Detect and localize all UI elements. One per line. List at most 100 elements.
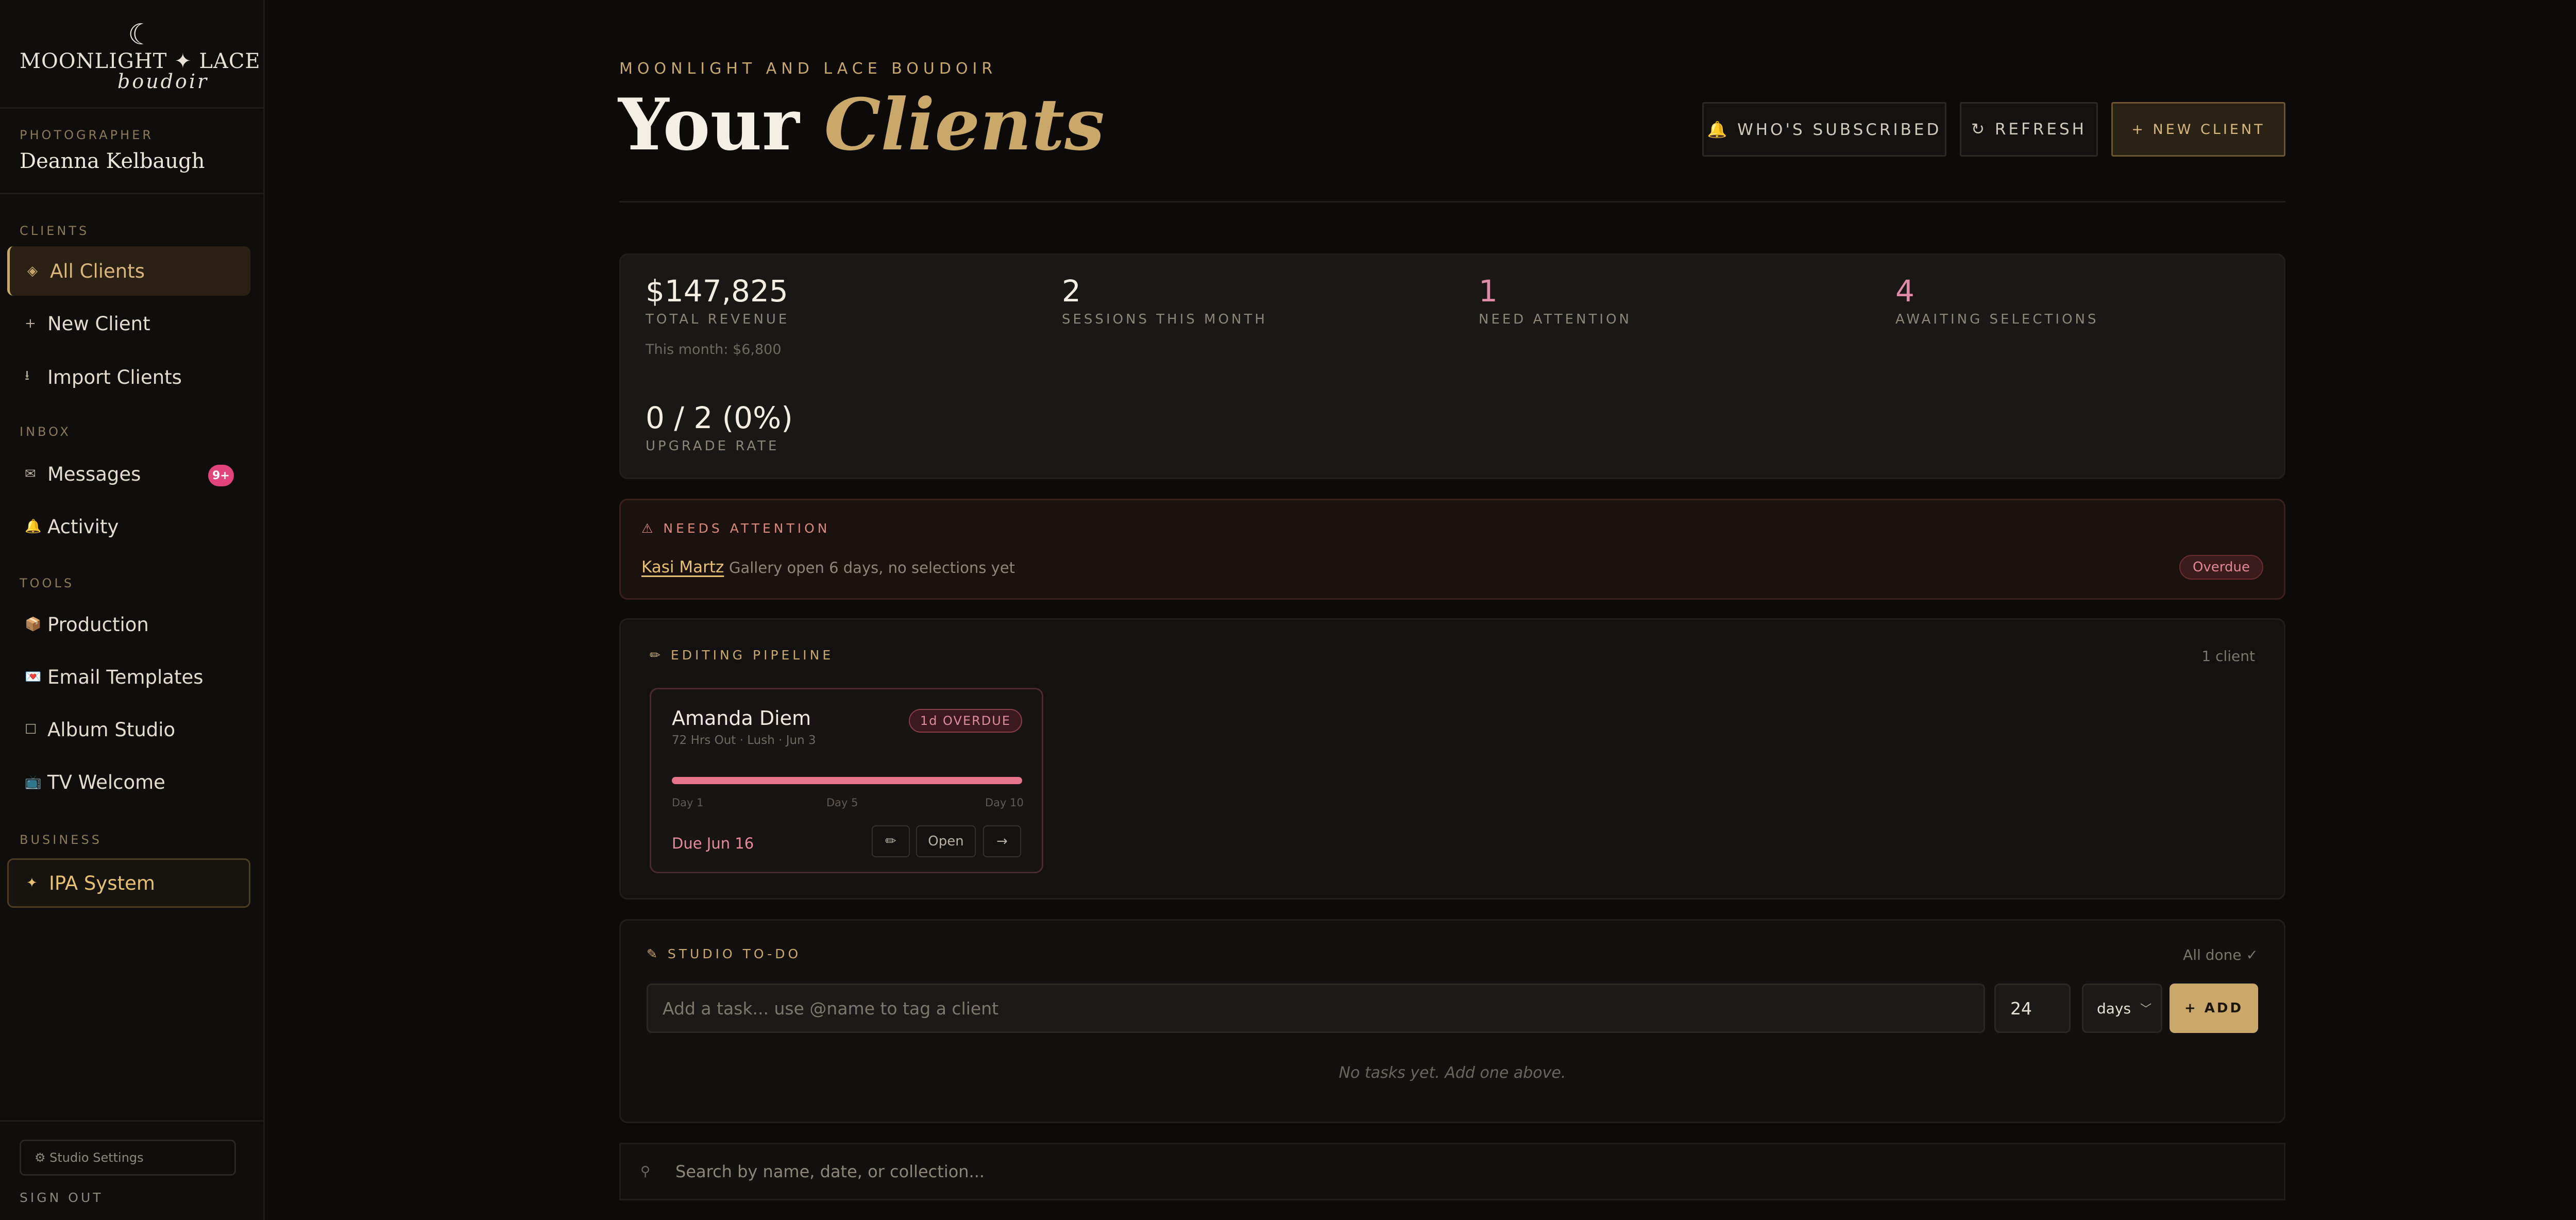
new-client-button[interactable]: + NEW CLIENT <box>2111 102 2285 157</box>
sidebar-item-label: Production <box>47 613 149 636</box>
stats-panel: $147,825 TOTAL REVENUE This month: $6,80… <box>619 253 2285 479</box>
studio-name-kicker: MOONLIGHT AND LACE BOUDOIR <box>619 60 997 78</box>
sidebar-item-label: IPA System <box>49 872 155 894</box>
sidebar: ☾ MOONLIGHT ✦ LACE boudoir PHOTOGRAPHER … <box>0 0 265 1220</box>
sidebar-divider <box>0 193 263 194</box>
sidebar-divider <box>0 1120 263 1122</box>
sidebar-item-production[interactable]: 📦 Production <box>7 600 250 649</box>
stat-subtext: This month: $6,800 <box>646 342 782 358</box>
header-divider <box>619 201 2285 202</box>
brand-logo[interactable]: ☾ MOONLIGHT ✦ LACE boudoir <box>20 18 260 93</box>
due-unit-value: days <box>2097 999 2131 1017</box>
tv-icon: 📺 <box>25 774 42 790</box>
stat-sessions-this-month: 2 SESSIONS THIS MONTH <box>1062 274 1267 327</box>
client-search-bar[interactable]: ⚲ <box>619 1143 2285 1200</box>
task-input-field[interactable] <box>647 984 1985 1033</box>
package-icon: 📦 <box>25 617 42 632</box>
attention-client-link[interactable]: Kasi Martz <box>641 558 724 577</box>
open-card-button[interactable]: Open <box>916 825 976 857</box>
sidebar-item-label: Activity <box>47 515 119 538</box>
stat-label: UPGRADE RATE <box>646 438 779 454</box>
overdue-status-badge: 1d OVERDUE <box>908 709 1022 733</box>
chevron-down-icon: ﹀ <box>2140 1003 2152 1016</box>
sidebar-item-label: Messages <box>47 463 141 485</box>
attention-description: Gallery open 6 days, no selections yet <box>729 559 1015 577</box>
pencil-icon: ✏ <box>885 834 896 849</box>
sidebar-item-album-studio[interactable]: ☐ Album Studio <box>7 705 250 754</box>
needs-attention-panel: ⚠ NEEDS ATTENTION Kasi Martz Gallery ope… <box>619 499 2285 600</box>
sidebar-item-activity[interactable]: 🔔 Activity <box>7 502 250 551</box>
page-title-accent: Clients <box>824 82 1105 166</box>
client-meta: 72 Hrs Out · Lush · Jun 3 <box>672 734 816 747</box>
stat-value: $147,825 <box>646 274 788 309</box>
studio-settings-button[interactable]: ⚙ Studio Settings <box>20 1140 236 1176</box>
progress-tick-start: Day 1 <box>672 797 704 809</box>
stat-value: 4 <box>1895 274 1914 309</box>
sidebar-item-new-client[interactable]: + New Client <box>7 299 250 348</box>
sidebar-item-messages[interactable]: ✉ Messages 9+ <box>7 449 250 499</box>
sidebar-item-all-clients[interactable]: ◈ All Clients <box>7 246 250 296</box>
sidebar-item-label: Import Clients <box>47 366 182 388</box>
task-input[interactable] <box>663 998 1984 1019</box>
progress-tick-mid: Day 5 <box>826 797 858 809</box>
main-content: MOONLIGHT AND LACE BOUDOIR Your Clients … <box>265 0 2576 1220</box>
due-date: Due Jun 16 <box>672 835 754 852</box>
sidebar-item-label: New Client <box>47 312 150 335</box>
pipeline-heading: ✏ EDITING PIPELINE <box>650 648 834 663</box>
stat-awaiting-selections: 4 AWAITING SELECTIONS <box>1895 274 2098 327</box>
overdue-badge: Overdue <box>2179 555 2263 580</box>
add-task-button[interactable]: + ADD <box>2170 984 2258 1033</box>
needs-attention-heading: ⚠ NEEDS ATTENTION <box>641 521 831 536</box>
refresh-button[interactable]: ↻ REFRESH <box>1960 102 2098 157</box>
todo-status: All done ✓ <box>2183 946 2258 963</box>
app-root: ☾ MOONLIGHT ✦ LACE boudoir PHOTOGRAPHER … <box>0 0 2576 1220</box>
sidebar-item-import-clients[interactable]: ⭳ Import Clients <box>7 352 250 402</box>
download-icon: ⭳ <box>25 368 30 383</box>
stat-upgrade-rate: 0 / 2 (0%) UPGRADE RATE <box>646 400 793 454</box>
stat-total-revenue: $147,825 TOTAL REVENUE This month: $6,80… <box>646 274 789 358</box>
photographer-name: Deanna Kelbaugh <box>20 149 205 173</box>
sidebar-item-email-templates[interactable]: 💌 Email Templates <box>7 652 250 702</box>
progress-tick-end: Day 10 <box>985 797 1024 809</box>
due-days-input[interactable]: 24 <box>1994 984 2071 1033</box>
pipeline-count: 1 client <box>2201 648 2255 665</box>
tools-section-label: TOOLS <box>20 576 75 590</box>
stat-value: 0 / 2 (0%) <box>646 400 793 435</box>
sign-out-link[interactable]: SIGN OUT <box>20 1190 104 1205</box>
todo-heading: ✎ STUDIO TO-DO <box>647 946 802 961</box>
arrow-right-icon: → <box>996 834 1008 849</box>
love-letter-icon: 💌 <box>25 669 42 685</box>
moon-icon: ☾ <box>128 18 154 52</box>
search-input[interactable] <box>675 1162 2221 1181</box>
next-stage-button[interactable]: → <box>983 825 1021 857</box>
unread-badge: 9+ <box>208 465 234 486</box>
inbox-section-label: INBOX <box>20 425 71 439</box>
sidebar-item-tv-welcome[interactable]: 📺 TV Welcome <box>7 757 250 807</box>
sidebar-item-label: TV Welcome <box>47 771 165 793</box>
sidebar-divider <box>0 107 263 109</box>
pencil-icon: ✏ <box>650 648 664 663</box>
page-title: Your Clients <box>618 82 1105 166</box>
sparkle-icon: ✦ <box>26 875 38 891</box>
due-days-value: 24 <box>2010 998 2032 1019</box>
pipeline-client-card[interactable]: Amanda Diem 72 Hrs Out · Lush · Jun 3 1d… <box>650 688 1043 873</box>
pipeline-heading-label: EDITING PIPELINE <box>670 648 834 663</box>
search-icon: ⚲ <box>640 1164 651 1179</box>
stat-label: AWAITING SELECTIONS <box>1895 312 2099 327</box>
stat-value: 1 <box>1479 274 1498 309</box>
photographer-label: PHOTOGRAPHER <box>20 128 154 142</box>
sidebar-item-label: Album Studio <box>47 718 176 741</box>
stat-label: TOTAL REVENUE <box>646 312 790 327</box>
plus-icon: + <box>25 316 36 331</box>
sidebar-item-ipa-system[interactable]: ✦ IPA System <box>7 858 250 908</box>
edit-card-button[interactable]: ✏ <box>872 825 910 857</box>
whos-subscribed-button[interactable]: 🔔 WHO'S SUBSCRIBED <box>1702 102 1946 157</box>
diamond-icon: ◈ <box>27 263 38 279</box>
envelope-icon: ✉ <box>25 466 36 482</box>
stat-need-attention: 1 NEED ATTENTION <box>1479 274 1632 327</box>
editing-progress-fill <box>672 777 1022 784</box>
stat-label: NEED ATTENTION <box>1479 312 1632 327</box>
sidebar-item-label: Email Templates <box>47 666 204 688</box>
stat-value: 2 <box>1062 274 1081 309</box>
due-unit-select[interactable]: days ﹀ <box>2082 984 2162 1033</box>
